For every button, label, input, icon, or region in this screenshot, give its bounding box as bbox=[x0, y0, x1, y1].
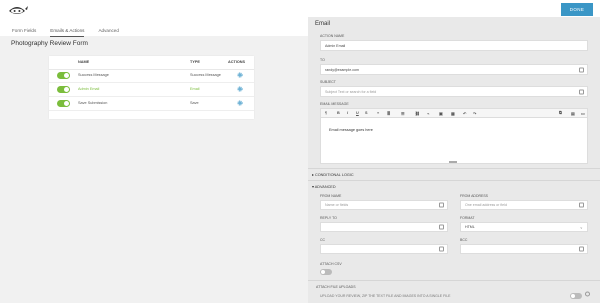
column-header-actions: ACTIONS bbox=[228, 60, 246, 64]
table-header: NAME TYPE ACTIONS bbox=[49, 56, 254, 70]
action-type: Email bbox=[190, 87, 200, 91]
email-message-editor[interactable]: Email message goes here bbox=[320, 118, 588, 164]
tab-emails-actions[interactable]: Emails & Actions bbox=[50, 28, 85, 37]
action-name[interactable]: Success Message bbox=[78, 73, 109, 77]
page-title: Photography Review Form bbox=[11, 40, 88, 47]
italic-button[interactable]: I bbox=[347, 111, 348, 115]
editor-toolbar: ¶ B I U S ≡ ≣ ☰ ⛓ ⌁ ▣ ▦ ↶ ↷ ⧉ ▤ ▭ bbox=[320, 108, 588, 118]
editor-resize-handle[interactable] bbox=[449, 161, 457, 163]
from-name-label: FROM NAME bbox=[320, 194, 342, 198]
actions-table: NAME TYPE ACTIONS Success Message Succes… bbox=[49, 56, 254, 119]
merge-tag-icon[interactable] bbox=[579, 246, 584, 252]
attach-csv-label: ATTACH CSV bbox=[320, 262, 342, 266]
format-select[interactable]: HTML ⌄ bbox=[460, 222, 588, 232]
gear-icon[interactable] bbox=[237, 72, 243, 78]
email-message-text: Email message goes here bbox=[329, 128, 373, 132]
subject-field[interactable]: Subject Text or search for a field bbox=[320, 86, 588, 97]
table-row: Admin Email Email bbox=[49, 83, 254, 97]
builder-tabs: Form Fields Emails & Actions Advanced bbox=[12, 28, 119, 37]
column-header-type: TYPE bbox=[190, 60, 200, 64]
action-name[interactable]: Admin Email bbox=[78, 87, 99, 91]
from-address-label: FROM ADDRESS bbox=[460, 194, 489, 198]
format-value: HTML bbox=[465, 225, 475, 229]
underline-button[interactable]: U bbox=[356, 111, 359, 115]
bullet-list-icon[interactable]: ≡ bbox=[377, 111, 379, 115]
action-type: Success Message bbox=[190, 73, 221, 77]
table-row: Save Submission Save bbox=[49, 97, 254, 111]
link-icon[interactable]: ⛓ bbox=[415, 111, 420, 116]
merge-tag-icon[interactable] bbox=[579, 202, 584, 208]
table-icon[interactable]: ▦ bbox=[451, 111, 455, 116]
reply-to-label: REPLY TO bbox=[320, 216, 337, 220]
table-row: Success Message Success Message bbox=[49, 69, 254, 83]
align-icon[interactable]: ☰ bbox=[401, 111, 404, 116]
column-header-name: NAME bbox=[78, 60, 90, 64]
bold-button[interactable]: B bbox=[337, 111, 340, 115]
code-view-icon[interactable]: ▤ bbox=[571, 111, 575, 116]
action-toggle[interactable] bbox=[57, 100, 70, 107]
redo-icon[interactable]: ↷ bbox=[473, 111, 476, 116]
chevron-down-icon: ⌄ bbox=[579, 224, 583, 230]
format-label: FORMAT bbox=[460, 216, 475, 220]
merge-tag-icon[interactable] bbox=[439, 246, 444, 252]
attach-uploads-toggle[interactable] bbox=[570, 293, 582, 299]
bcc-field[interactable] bbox=[460, 244, 588, 254]
merge-tag-icon[interactable] bbox=[439, 202, 444, 208]
to-label: TO bbox=[320, 58, 325, 62]
bcc-label: BCC bbox=[460, 238, 468, 242]
unlink-icon[interactable]: ⌁ bbox=[427, 111, 429, 116]
divider bbox=[308, 168, 600, 169]
action-name-input[interactable]: Admin Email bbox=[320, 40, 588, 51]
divider bbox=[308, 180, 600, 181]
subject-label: SUBJECT bbox=[320, 80, 336, 84]
conditional-logic-label: CONDITIONAL LOGIC bbox=[314, 173, 354, 177]
action-toggle[interactable] bbox=[57, 72, 70, 79]
action-name-value: Admin Email bbox=[325, 43, 346, 48]
ninja-logo-icon bbox=[9, 6, 28, 14]
gear-icon[interactable] bbox=[237, 86, 243, 92]
to-field[interactable]: randy@example.com bbox=[320, 64, 588, 75]
gear-icon[interactable] bbox=[237, 100, 243, 106]
action-name-label: ACTION NAME bbox=[320, 34, 345, 38]
help-icon[interactable] bbox=[585, 291, 590, 297]
merge-tag-icon[interactable] bbox=[579, 67, 584, 72]
panel-title: Email bbox=[315, 21, 331, 27]
strikethrough-icon[interactable]: S bbox=[365, 111, 368, 115]
tab-form-fields[interactable]: Form Fields bbox=[12, 28, 36, 37]
to-value: randy@example.com bbox=[325, 67, 360, 72]
from-address-field[interactable]: One email address or field bbox=[460, 200, 588, 210]
merge-tag-icon[interactable] bbox=[439, 224, 444, 230]
action-toggle[interactable] bbox=[57, 86, 70, 93]
advanced-label: ADVANCED bbox=[314, 185, 336, 189]
from-name-placeholder: Name or fields bbox=[325, 203, 349, 207]
merge-tag-icon[interactable]: ⧉ bbox=[559, 111, 562, 115]
cc-field[interactable] bbox=[320, 244, 448, 254]
divider bbox=[308, 280, 600, 281]
cc-label: CC bbox=[320, 238, 326, 242]
conditional-logic-toggle[interactable]: ▸ CONDITIONAL LOGIC bbox=[312, 172, 354, 177]
from-name-field[interactable]: Name or fields bbox=[320, 200, 448, 210]
merge-tag-icon[interactable] bbox=[579, 89, 584, 94]
reply-to-field[interactable] bbox=[320, 222, 448, 232]
expand-icon[interactable]: ▭ bbox=[581, 111, 585, 116]
subject-placeholder: Subject Text or search for a field bbox=[325, 89, 377, 94]
paragraph-button[interactable]: ¶ bbox=[325, 111, 327, 115]
numbered-list-icon[interactable]: ≣ bbox=[387, 111, 390, 116]
tab-advanced[interactable]: Advanced bbox=[98, 28, 118, 37]
attach-csv-toggle[interactable] bbox=[320, 269, 332, 275]
done-button[interactable]: DONE bbox=[561, 3, 593, 16]
undo-icon[interactable]: ↶ bbox=[463, 111, 466, 116]
email-message-label: EMAIL MESSAGE bbox=[320, 102, 349, 106]
action-type: Save bbox=[190, 101, 199, 105]
attach-uploads-note: UPLOAD YOUR REVIEW, ZIP THE TEXT FILE AN… bbox=[320, 294, 451, 298]
action-name[interactable]: Save Submission bbox=[78, 101, 107, 105]
attach-uploads-label: ATTACH FILE UPLOADS bbox=[316, 285, 356, 289]
image-icon[interactable]: ▣ bbox=[439, 111, 443, 116]
advanced-toggle[interactable]: ▾ ADVANCED bbox=[312, 184, 336, 189]
from-address-placeholder: One email address or field bbox=[465, 203, 507, 207]
